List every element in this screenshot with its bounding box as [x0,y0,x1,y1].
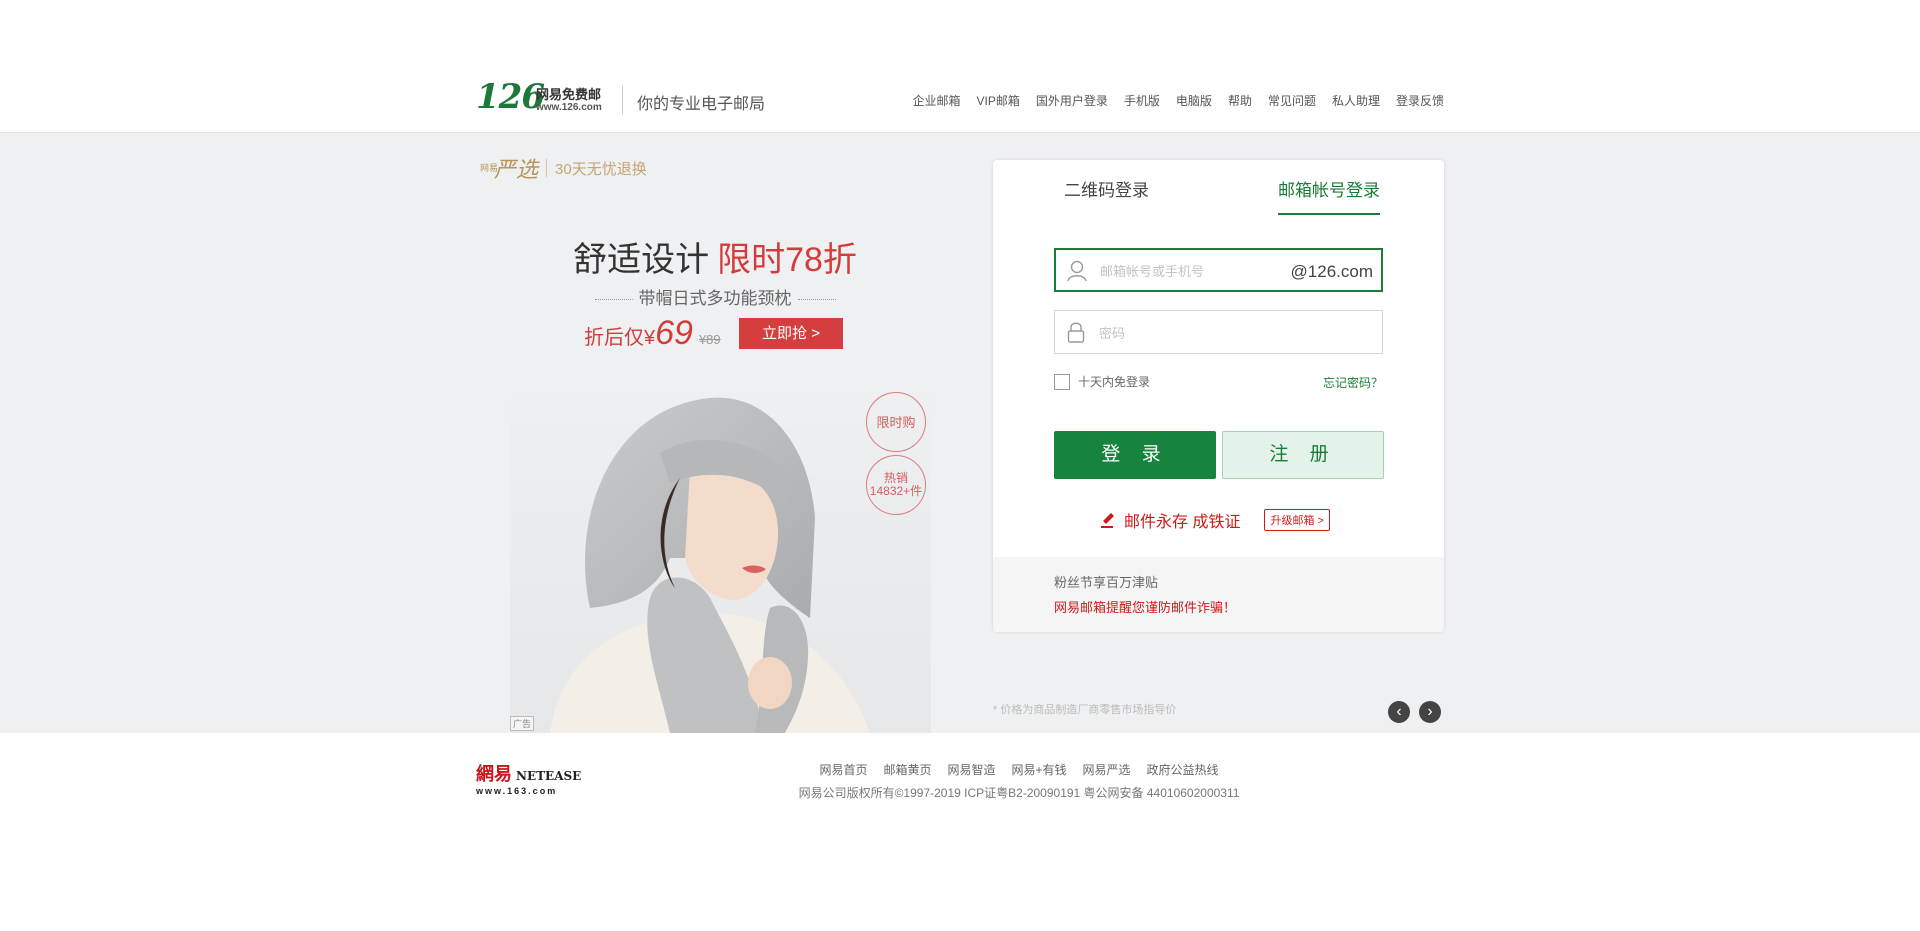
promo-title-discount: 限时78折 [717,241,857,279]
tab-account-login[interactable]: 邮箱帐号登录 [1278,176,1380,215]
footer-links: 网易首页 邮箱黄页 网易智造 网易+有钱 网易严选 政府公益热线 [784,761,1254,778]
promo-price: 折后仅¥69 ¥89 [584,314,721,353]
yanxuan-logo-text: 严选 [494,158,539,183]
nav-link-mobile[interactable]: 手机版 [1124,92,1160,109]
copyright-text: 网易公司版权所有©1997-2019 ICP证粤B2-20090191 粤公网安… [798,786,1240,800]
hot-sale-count: 14832+件 [869,484,923,498]
netease-logo-cn: 網易 [476,764,512,785]
yanxuan-divider [546,159,548,177]
nav-link-feedback[interactable]: 登录反馈 [1396,92,1444,109]
price-value: 69 [655,314,693,352]
hot-sale-badge[interactable]: 热销 14832+件 [866,455,926,515]
nav-link-assistant[interactable]: 私人助理 [1332,92,1380,109]
nav-link-desktop[interactable]: 电脑版 [1176,92,1212,109]
footer-link-netease-money[interactable]: 网易+有钱 [1012,761,1067,778]
carousel-prev-button[interactable]: ‹ [1388,701,1410,723]
chevron-left-icon: ‹ [1396,703,1402,720]
username-input[interactable] [1098,250,1282,292]
footer-link-gov-hotline[interactable]: 政府公益热线 [1147,761,1219,778]
gavel-icon [1101,513,1114,528]
remember-me: 十天内免登录 [1054,373,1150,390]
nav-link-enterprise-mail[interactable]: 企业邮箱 [913,92,961,109]
lock-icon [1067,322,1085,343]
password-field[interactable] [1054,310,1383,355]
ad-marker: 广告 [510,716,535,731]
promo-banner [0,133,1920,733]
yanxuan-logo[interactable]: 网易 严选 30天无忧退换 [480,152,647,184]
footer-link-netease-home[interactable]: 网易首页 [819,761,867,778]
price-old: ¥89 [698,332,721,347]
nav-link-help[interactable]: 帮助 [1228,92,1252,109]
remember-label: 十天内免登录 [1078,375,1151,389]
tab-qr-login[interactable]: 二维码登录 [1064,176,1149,201]
notice-fan-festival[interactable]: 粉丝节享百万津贴 [1054,572,1158,591]
logo-number: 126 [476,77,545,117]
netease-logo[interactable]: 網易 NETEASE www.163.com [476,760,581,796]
mail-forever-text: 邮件永存 成铁证 [1124,514,1241,531]
promo-title: 舒适设计 限时78折 [560,232,870,281]
footer-link-netease-smart[interactable]: 网易智造 [947,761,995,778]
username-field[interactable]: @126.com [1054,248,1383,292]
limited-time-badge[interactable]: 限时购 [866,392,926,452]
price-prefix: 折后仅¥ [584,327,656,349]
password-input[interactable] [1097,311,1281,355]
header-divider [622,86,623,114]
notice-area: 粉丝节享百万津贴 网易邮箱提醒您谨防邮件诈骗！ [993,557,1444,632]
netease-logo-en: NETEASE [516,769,582,783]
nav-link-faq[interactable]: 常见问题 [1268,92,1316,109]
footer-link-yanxuan[interactable]: 网易严选 [1083,761,1131,778]
nav-link-overseas-login[interactable]: 国外用户登录 [1036,92,1108,109]
promo-subtitle: 带帽日式多功能颈枕 [560,284,870,309]
notice-fraud-warning[interactable]: 网易邮箱提醒您谨防邮件诈骗！ [1054,597,1236,616]
remember-checkbox[interactable] [1054,373,1070,390]
page-header [0,0,1920,133]
login-button[interactable]: 登 录 [1054,431,1216,479]
header-slogan: 你的专业电子邮局 [637,96,766,113]
netease-logo-url: www.163.com [476,786,558,796]
register-button[interactable]: 注 册 [1222,431,1384,479]
login-panel: 二维码登录 邮箱帐号登录 @126.com 十天内免登录 忘记密码？ 登 录 注… [993,160,1444,632]
buy-now-button[interactable]: 立即抢 > [739,318,843,349]
user-icon [1067,260,1087,282]
yanxuan-logo-small: 网易 [480,163,499,173]
footer-link-mail-yellowpages[interactable]: 邮箱黄页 [883,761,931,778]
chevron-right-icon: › [1427,703,1433,720]
mail-forever-promo: 邮件永存 成铁证 升级邮箱 > [1100,508,1330,532]
carousel-next-button[interactable]: › [1419,701,1441,723]
nav-link-vip-mail[interactable]: VIP邮箱 [977,92,1020,109]
forgot-password-link[interactable]: 忘记密码？ [1323,374,1383,391]
yanxuan-return-policy: 30天无忧退换 [555,160,647,178]
logo-name: 网易免费邮 [536,87,602,102]
price-disclaimer: * 价格为商品制造厂商零售市场指导价 [993,704,1177,716]
upgrade-mailbox-button[interactable]: 升级邮箱 > [1264,509,1330,531]
promo-title-main: 舒适设计 [573,241,710,279]
top-nav: 企业邮箱 VIP邮箱 国外用户登录 手机版 电脑版 帮助 常见问题 私人助理 登… [913,92,1444,109]
username-domain-suffix: @126.com [1290,262,1373,281]
logo-url: www.126.com [536,102,602,113]
